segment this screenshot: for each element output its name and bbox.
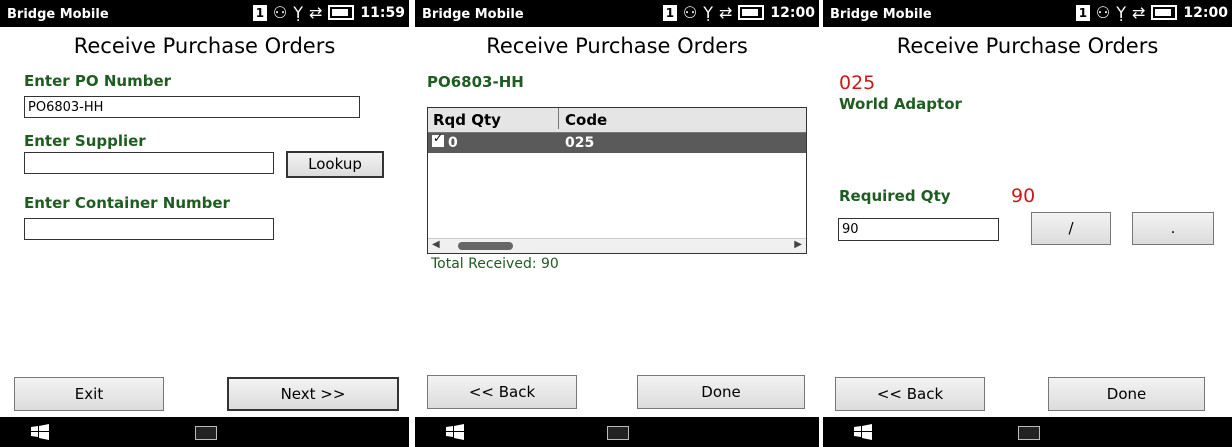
required-qty-label: Required Qty <box>839 187 951 205</box>
people-icon: ⚇ <box>682 3 698 22</box>
item-code: 025 <box>839 72 876 94</box>
keyboard-icon[interactable] <box>1017 426 1040 440</box>
keyboard-icon[interactable] <box>194 426 217 440</box>
battery-icon <box>328 5 355 20</box>
lookup-button[interactable]: Lookup <box>286 151 384 178</box>
scroll-thumb[interactable] <box>458 242 513 250</box>
row-checkbox[interactable] <box>432 131 444 147</box>
taskbar <box>415 417 819 447</box>
screen-enter-po: Bridge Mobile 1 ⚇ Ỵ ⇄ 11:59 Receive Purc… <box>0 0 409 447</box>
status-bar: Bridge Mobile 1 ⚇ Ỵ ⇄ 11:59 <box>0 0 409 27</box>
clock: 11:59 <box>360 4 405 21</box>
sync-icon: ⇄ <box>1132 3 1146 22</box>
status-bar: Bridge Mobile 1 ⚇ Ỵ ⇄ 12:00 <box>415 0 819 27</box>
taskbar <box>0 417 409 447</box>
row-qty: 0 <box>448 135 458 151</box>
done-button[interactable]: Done <box>637 375 805 409</box>
signal-icon: Ỵ <box>293 3 304 22</box>
app-name: Bridge Mobile <box>422 7 524 22</box>
required-qty-value: 90 <box>1011 185 1036 207</box>
signal-icon: Ỵ <box>703 3 714 22</box>
container-input[interactable] <box>24 218 274 240</box>
battery-icon <box>738 5 765 20</box>
page-title: Receive Purchase Orders <box>486 34 748 58</box>
po-number-input[interactable]: PO6803-HH <box>24 96 360 118</box>
notification-badge: 1 <box>1075 4 1090 21</box>
page-title: Receive Purchase Orders <box>73 34 336 58</box>
taskbar <box>823 417 1232 447</box>
windows-icon[interactable] <box>853 424 873 440</box>
app-name: Bridge Mobile <box>7 7 109 22</box>
dot-button[interactable]: . <box>1132 212 1214 245</box>
container-label: Enter Container Number <box>24 194 230 212</box>
row-code: 025 <box>565 135 595 151</box>
notification-badge: 1 <box>662 4 677 21</box>
clock: 12:00 <box>770 4 815 21</box>
po-number: PO6803-HH <box>427 73 524 91</box>
table-row[interactable]: 0 025 <box>428 131 806 153</box>
screen-receive-qty: Bridge Mobile 1 ⚇ Ỵ ⇄ 12:00 Receive Purc… <box>823 0 1232 447</box>
column-header-code[interactable]: Code <box>558 108 607 129</box>
sync-icon: ⇄ <box>719 3 733 22</box>
screen-po-lines: Bridge Mobile 1 ⚇ Ỵ ⇄ 12:00 Receive Purc… <box>415 0 819 447</box>
grid-header: Rqd Qty Code <box>428 108 806 133</box>
exit-button[interactable]: Exit <box>14 377 164 411</box>
item-description: World Adaptor <box>839 95 962 113</box>
back-button[interactable]: << Back <box>427 375 577 409</box>
signal-icon: Ỵ <box>1116 3 1127 22</box>
windows-icon[interactable] <box>445 424 465 440</box>
page-title: Receive Purchase Orders <box>896 34 1159 58</box>
supplier-input[interactable] <box>24 152 274 174</box>
status-bar: Bridge Mobile 1 ⚇ Ỵ ⇄ 12:00 <box>823 0 1232 27</box>
scroll-left-icon[interactable]: ◀ <box>432 239 440 250</box>
app-name: Bridge Mobile <box>830 7 932 22</box>
battery-icon <box>1151 5 1178 20</box>
back-button[interactable]: << Back <box>835 377 985 411</box>
keyboard-icon[interactable] <box>607 426 629 440</box>
supplier-label: Enter Supplier <box>24 132 146 150</box>
scroll-right-icon[interactable]: ▶ <box>794 239 802 250</box>
total-received: Total Received: 90 <box>431 256 559 272</box>
po-number-label: Enter PO Number <box>24 72 172 90</box>
column-header-rqd-qty[interactable]: Rqd Qty <box>433 111 501 129</box>
people-icon: ⚇ <box>1095 3 1111 22</box>
done-button[interactable]: Done <box>1048 377 1205 411</box>
slash-button[interactable]: / <box>1031 212 1111 245</box>
notification-badge: 1 <box>252 4 267 21</box>
sync-icon: ⇄ <box>309 3 323 22</box>
horizontal-scrollbar[interactable]: ◀ ▶ <box>428 238 806 253</box>
received-qty-input[interactable]: 90 <box>838 218 999 241</box>
order-lines-grid[interactable]: Rqd Qty Code 0 025 ◀ ▶ <box>427 107 807 254</box>
clock: 12:00 <box>1183 4 1228 21</box>
windows-icon[interactable] <box>30 424 50 440</box>
next-button[interactable]: Next >> <box>227 377 399 411</box>
people-icon: ⚇ <box>272 3 288 22</box>
